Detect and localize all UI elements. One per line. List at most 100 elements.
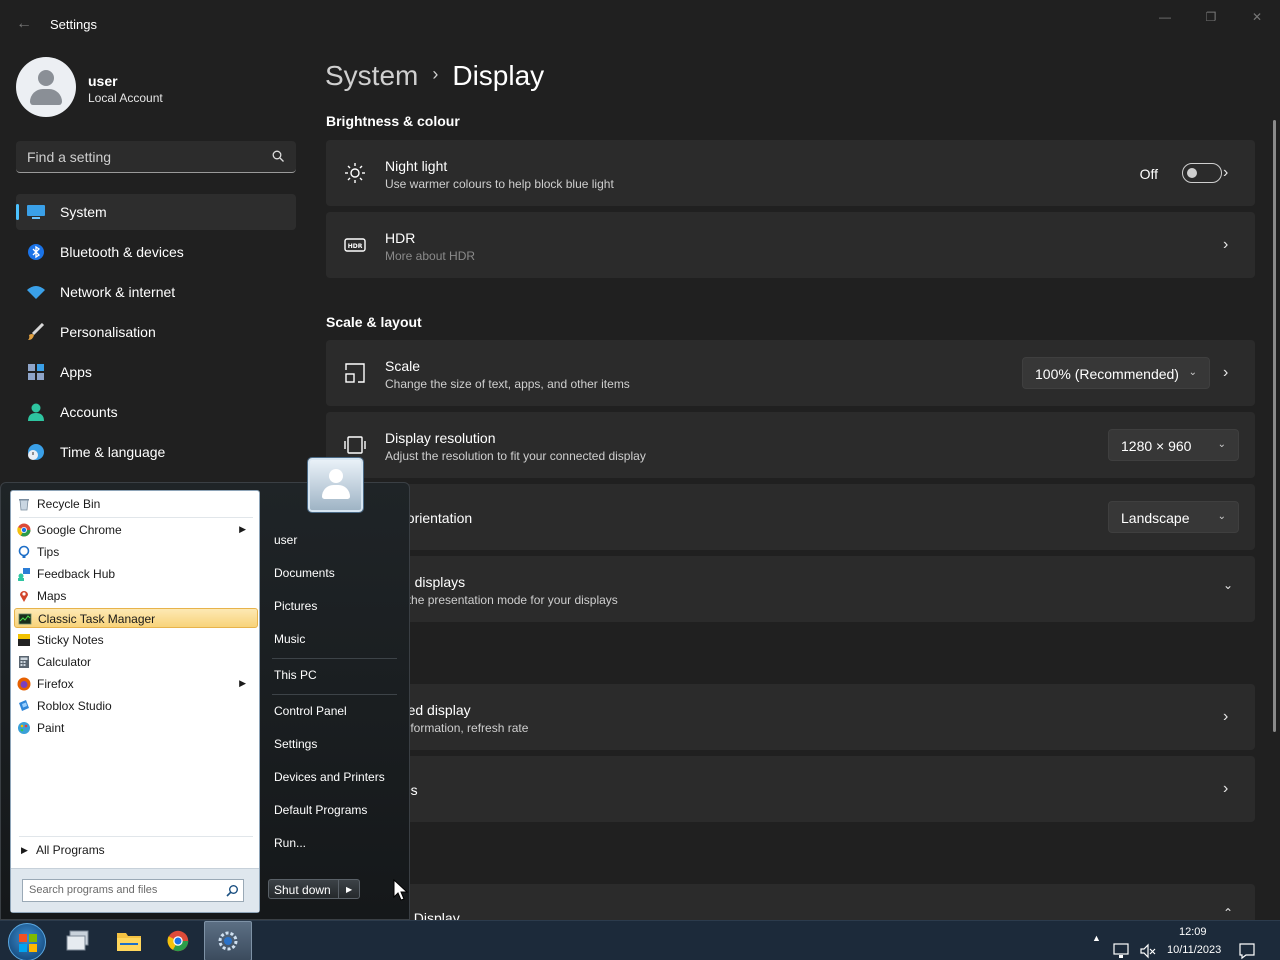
list-item[interactable]: Paint	[14, 718, 258, 738]
back-arrow-icon[interactable]: ←	[14, 14, 34, 34]
orientation-dropdown[interactable]: Landscape ⌄	[1108, 501, 1239, 533]
chevron-right-icon: ▶	[21, 845, 28, 855]
sidebar-item-label: Bluetooth & devices	[60, 244, 184, 260]
hdr-icon: HDR	[344, 238, 366, 252]
start-link-control-panel[interactable]: Control Panel	[274, 704, 347, 718]
profile-name: user	[88, 73, 118, 89]
close-button[interactable]: ✕	[1234, 6, 1280, 28]
hdr-card[interactable]: HDR HDR More about HDR ›	[326, 212, 1255, 278]
user-picture[interactable]	[308, 458, 363, 512]
section-scale-layout: Scale & layout	[326, 314, 422, 330]
chrome-icon	[17, 523, 31, 537]
brush-icon	[28, 323, 45, 340]
bluetooth-icon	[28, 244, 44, 260]
volume-muted-icon[interactable]	[1139, 931, 1157, 960]
card-title: Display resolution	[385, 430, 496, 446]
chevron-right-icon[interactable]: ▶	[346, 885, 352, 894]
list-item[interactable]: Firefox ▶	[14, 674, 258, 694]
maximize-button[interactable]: ❐	[1188, 6, 1234, 28]
night-light-card[interactable]: Night light Use warmer colours to help b…	[326, 140, 1255, 206]
avatar[interactable]	[16, 57, 76, 117]
start-search-placeholder: Search programs and files	[29, 884, 158, 896]
sidebar-item-personalisation[interactable]: Personalisation	[16, 314, 296, 350]
sidebar-item-apps[interactable]: Apps	[16, 354, 296, 390]
start-link-documents[interactable]: Documents	[274, 566, 335, 580]
feedback-hub-icon	[18, 568, 30, 581]
start-button[interactable]	[8, 923, 46, 960]
list-item[interactable]: Google Chrome ▶	[14, 520, 258, 540]
clock-time[interactable]: 12:09	[1179, 926, 1207, 938]
resolution-card[interactable]: Display resolution Adjust the resolution…	[326, 412, 1255, 478]
calculator-icon	[19, 656, 29, 668]
list-item[interactable]: Feedback Hub	[14, 564, 258, 584]
chevron-right-icon: ▶	[239, 524, 246, 534]
divider	[19, 836, 253, 837]
list-item[interactable]: Tips	[14, 542, 258, 562]
list-item[interactable]: Calculator	[14, 652, 258, 672]
chrome-icon	[167, 930, 189, 952]
sidebar-item-network[interactable]: Network & internet	[16, 274, 296, 310]
list-item[interactable]: Classic Task Manager	[14, 608, 258, 628]
scrollbar[interactable]	[1273, 120, 1276, 732]
card-subtitle: Use warmer colours to help block blue li…	[385, 177, 614, 191]
shutdown-label: Shut down	[274, 883, 331, 897]
sidebar-item-label: Accounts	[60, 404, 118, 420]
search-placeholder: Find a setting	[27, 149, 112, 165]
clock-date[interactable]: 10/11/2023	[1167, 944, 1221, 956]
start-link-default-programs[interactable]: Default Programs	[274, 803, 367, 817]
start-search-input[interactable]: Search programs and files	[22, 879, 244, 902]
card-subtitle: Adjust the resolution to fit your connec…	[385, 449, 646, 463]
minimize-button[interactable]: —	[1142, 6, 1188, 28]
start-link-settings[interactable]: Settings	[274, 737, 317, 751]
scale-dropdown[interactable]: 100% (Recommended) ⌄	[1022, 357, 1210, 389]
network-icon[interactable]	[1112, 931, 1130, 960]
search-icon[interactable]	[226, 884, 239, 897]
start-link-pictures[interactable]: Pictures	[274, 599, 317, 613]
dropdown-value: 1280 × 960	[1121, 438, 1192, 454]
sidebar-item-accounts[interactable]: Accounts	[16, 394, 296, 430]
card-title: Scale	[385, 358, 421, 374]
start-link-user[interactable]: user	[274, 533, 297, 547]
profile-account-type: Local Account	[88, 91, 163, 105]
taskbar-window-switcher[interactable]	[54, 921, 102, 960]
multiple-displays-card[interactable]: tiple displays ose the presentation mode…	[326, 556, 1255, 622]
breadcrumb-parent[interactable]: System	[325, 60, 418, 91]
taskbar-file-explorer[interactable]	[104, 921, 152, 960]
sidebar-item-system[interactable]: System	[16, 194, 296, 230]
list-item[interactable]: Roblox Studio	[14, 696, 258, 716]
task-manager-icon	[18, 613, 32, 625]
person-icon	[28, 403, 44, 421]
scale-card[interactable]: Scale Change the size of text, apps, and…	[326, 340, 1255, 406]
page-title: Display	[452, 60, 545, 91]
taskbar-chrome[interactable]	[154, 921, 202, 960]
file-explorer-window-icon	[66, 930, 89, 951]
sidebar-item-label: Network & internet	[60, 284, 176, 300]
chevron-right-icon: ›	[1223, 780, 1229, 797]
search-input[interactable]: Find a setting	[16, 141, 296, 173]
graphics-card[interactable]: phics ›	[326, 756, 1255, 822]
scale-icon	[345, 363, 365, 383]
start-link-this-pc[interactable]: This PC	[274, 668, 317, 682]
start-link-music[interactable]: Music	[274, 632, 305, 646]
sidebar-nav: System Bluetooth & devices Network & int…	[16, 194, 296, 474]
night-light-toggle[interactable]	[1182, 163, 1222, 183]
taskbar-settings[interactable]	[204, 921, 252, 960]
start-link-run[interactable]: Run...	[274, 836, 306, 850]
list-item[interactable]: Sticky Notes	[14, 630, 258, 650]
chevron-up-icon[interactable]: ▲	[1092, 933, 1101, 960]
list-item[interactable]: Maps	[14, 586, 258, 606]
divider	[272, 658, 397, 659]
card-subtitle[interactable]: More about HDR	[385, 249, 475, 263]
list-item[interactable]: Recycle Bin	[14, 494, 258, 514]
shutdown-button[interactable]: Shut down ▶	[268, 879, 360, 899]
sidebar-item-time-language[interactable]: Time & language	[16, 434, 296, 470]
start-link-devices-printers[interactable]: Devices and Printers	[274, 770, 385, 784]
advanced-display-card[interactable]: anced display ay information, refresh ra…	[326, 684, 1255, 750]
sidebar-item-bluetooth[interactable]: Bluetooth & devices	[16, 234, 296, 270]
orientation-card[interactable]: lay orientation Landscape ⌄	[326, 484, 1255, 550]
help-with-display-card[interactable]: with Display ⌃	[326, 884, 1255, 926]
notifications-icon[interactable]	[1238, 931, 1256, 960]
chevron-down-icon: ⌄	[1188, 367, 1197, 378]
resolution-dropdown[interactable]: 1280 × 960 ⌄	[1108, 429, 1239, 461]
all-programs-link[interactable]: All Programs	[36, 843, 105, 857]
